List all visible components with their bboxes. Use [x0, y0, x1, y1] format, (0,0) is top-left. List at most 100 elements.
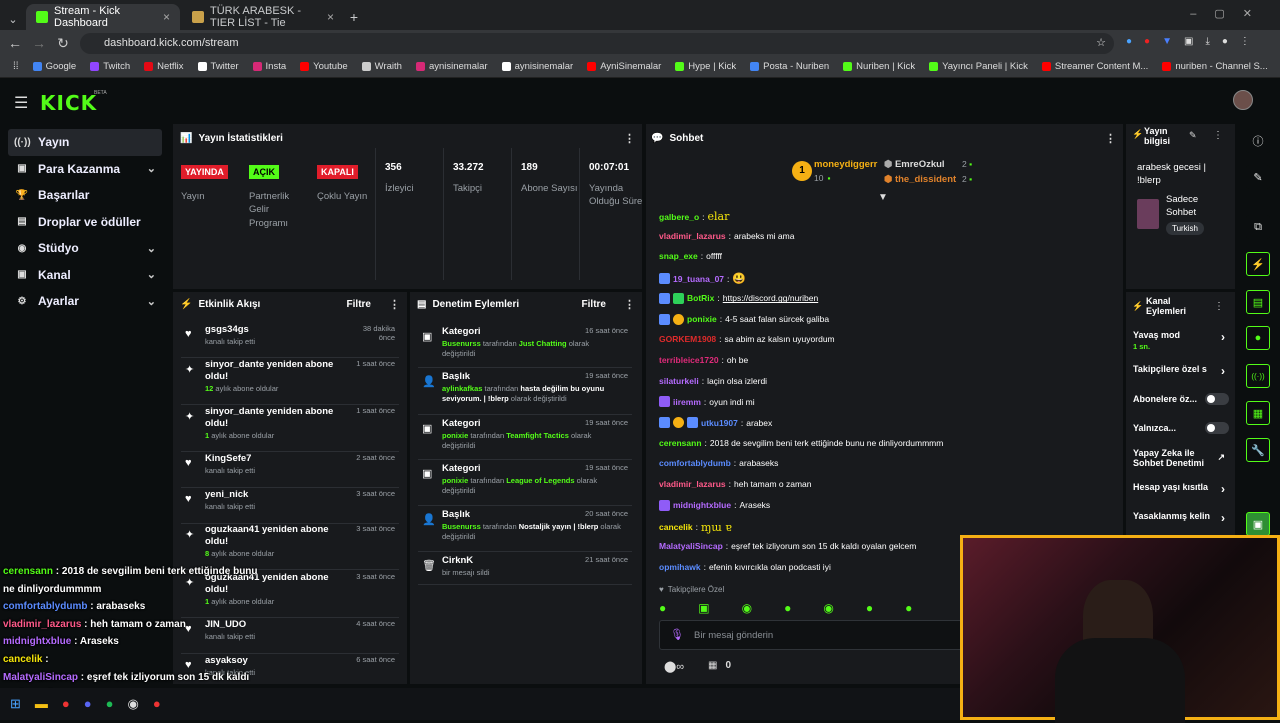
- toggle-switch[interactable]: [1205, 422, 1229, 434]
- gifter-name[interactable]: ⬢ the_dissident: [884, 174, 956, 185]
- more-options-icon[interactable]: ⋮: [1214, 301, 1224, 312]
- chat-message[interactable]: terribleice1720: oh be: [659, 355, 748, 365]
- lightning-icon[interactable]: ⚡: [1246, 252, 1270, 276]
- tab-tier-list[interactable]: TÜRK ARABESK - TIER LİST - Tie ×: [182, 4, 344, 30]
- chat-message[interactable]: MalatyaliSincap: eşref tek izliyorum son …: [659, 541, 916, 551]
- chat-username[interactable]: cerensann: [659, 438, 702, 448]
- extension-icon[interactable]: ●: [1144, 36, 1150, 47]
- chat-username[interactable]: comfortablydumb: [659, 458, 731, 468]
- channel-action-item[interactable]: Yasaklanmış kelin ›: [1133, 511, 1229, 525]
- filter-button[interactable]: Filtre: [582, 299, 606, 310]
- chat-message[interactable]: comfortablydumb: arabaseks: [659, 458, 778, 468]
- list-item[interactable]: ✦ oguzkaan41 yeniden abone oldu! 1 aylık a…: [181, 572, 399, 618]
- info-icon[interactable]: ⓘ: [1246, 129, 1270, 153]
- edit-icon[interactable]: ✎: [1189, 130, 1197, 141]
- chat-username[interactable]: midnightxblue: [673, 500, 731, 510]
- hamburger-menu-icon[interactable]: ☰: [14, 93, 28, 113]
- chat-username[interactable]: galbere_o: [659, 212, 699, 222]
- sidebar-item[interactable]: ⚙ Ayarlar ⌄: [8, 288, 162, 315]
- bookmark-item[interactable]: Insta: [246, 61, 294, 72]
- bookmark-item[interactable]: aynisinemalar: [409, 61, 495, 72]
- kick-logo[interactable]: KICK: [40, 91, 97, 115]
- bookmark-star-icon[interactable]: ☆: [1096, 36, 1106, 49]
- broadcast-icon[interactable]: ((·)): [1246, 364, 1270, 388]
- stream-title[interactable]: arabesk gecesi | !blerp: [1137, 161, 1227, 188]
- list-item[interactable]: ♥ JIN_UDO kanalı takip etti 4 saat önce: [181, 619, 399, 654]
- chat-icon[interactable]: ●: [1246, 326, 1270, 350]
- more-options-icon[interactable]: ⋮: [1105, 132, 1116, 145]
- sidebar-item[interactable]: ▣ Para Kazanma ⌄: [8, 156, 162, 183]
- channel-action-item[interactable]: Yapay Zeka ile Sohbet Denetimi ↗: [1133, 448, 1229, 469]
- channel-action-item[interactable]: Abonelere öz...: [1133, 393, 1229, 405]
- bookmark-item[interactable]: nuriben - Channel S...: [1155, 61, 1274, 72]
- capture-icon[interactable]: ⧉: [1246, 215, 1270, 239]
- chat-username[interactable]: MalatyaliSincap: [659, 541, 723, 551]
- chat-message[interactable]: cancelik: ɱɯ ɐ: [659, 521, 732, 534]
- list-item[interactable]: ✦ sinyor_dante yeniden abone oldu! 1 aylık…: [181, 406, 399, 452]
- sidebar-item[interactable]: 🏆 Başarılar: [8, 182, 162, 209]
- list-item[interactable]: 👤 Başlık aylinkafkas tarafından hasta deği…: [418, 371, 632, 415]
- chat-username[interactable]: cancelik: [659, 522, 693, 532]
- plugin-icon[interactable]: ▣: [1246, 512, 1270, 536]
- chat-username[interactable]: opmihawk: [659, 562, 701, 572]
- chat-username[interactable]: vladimir_lazarus: [659, 231, 726, 241]
- bookmark-item[interactable]: aynisinemalar: [495, 61, 581, 72]
- category-name[interactable]: Sadece Sohbet: [1166, 194, 1226, 220]
- chat-message[interactable]: iiremm: oyun indi mi: [659, 396, 755, 408]
- chat-message[interactable]: cerensann:2018 de sevgilim beni terk ett…: [659, 438, 943, 448]
- top-gifter-name[interactable]: moneydiggerr: [814, 159, 877, 170]
- chat-username[interactable]: silaturkeli: [659, 376, 699, 386]
- chat-username[interactable]: GORKEM1908: [659, 334, 716, 344]
- taskbar-icons[interactable]: ⊞ ▬ ● ● ● ◉ ●: [10, 696, 161, 712]
- collapse-icon[interactable]: ▼: [878, 192, 888, 203]
- new-tab-button[interactable]: +: [344, 4, 364, 30]
- document-icon[interactable]: ▤: [1246, 290, 1270, 314]
- channel-action-item[interactable]: Hesap yaşı kısıtla ›: [1133, 482, 1229, 496]
- download-icon[interactable]: ⤓: [1205, 36, 1209, 47]
- microphone-icon[interactable]: 🎙: [670, 628, 684, 641]
- chat-message[interactable]: snap_exe: offfff: [659, 251, 722, 261]
- bookmark-item[interactable]: Aynı Sinemalar - Ça...: [1275, 61, 1280, 72]
- toggle-switch[interactable]: [1205, 393, 1229, 405]
- points-display[interactable]: ▦ 0: [708, 660, 731, 671]
- chat-message[interactable]: BotRix: https://discord.gg/nuriben: [659, 292, 818, 304]
- bookmark-item[interactable]: Google: [26, 61, 84, 72]
- bookmark-item[interactable]: Wraith: [355, 61, 409, 72]
- back-icon[interactable]: ←: [3, 35, 27, 51]
- extension-icon[interactable]: ▼: [1162, 36, 1172, 47]
- chat-message[interactable]: utku1907: arabex: [659, 417, 772, 428]
- puzzle-icon[interactable]: ▣: [1184, 36, 1193, 47]
- apps-icon[interactable]: ⁞⁞: [6, 61, 26, 72]
- filter-button[interactable]: Filtre: [347, 299, 371, 310]
- bookmark-item[interactable]: Youtube: [293, 61, 355, 72]
- bookmark-item[interactable]: Twitter: [191, 61, 246, 72]
- language-tag[interactable]: Turkish: [1166, 222, 1204, 235]
- forward-icon[interactable]: →: [27, 35, 51, 51]
- bookmark-item[interactable]: Hype | Kick: [668, 61, 743, 72]
- wrench-icon[interactable]: 🔧: [1246, 438, 1270, 462]
- channel-action-item[interactable]: Takipçilere özel s ›: [1133, 364, 1229, 378]
- extension-icon[interactable]: ●: [1126, 36, 1132, 47]
- bookmark-item[interactable]: Nuriben | Kick: [836, 61, 922, 72]
- chat-text[interactable]: https://discord.gg/nuriben: [723, 293, 818, 303]
- pen-icon[interactable]: ✎: [1246, 165, 1270, 189]
- bookmark-item[interactable]: Yayıncı Paneli | Kick: [922, 61, 1035, 72]
- tab-list-button[interactable]: ⌄: [4, 6, 22, 32]
- window-controls[interactable]: –▢✕: [1190, 7, 1270, 20]
- chat-username[interactable]: vladimir_lazarus: [659, 479, 726, 489]
- bookmark-item[interactable]: Streamer Content M...: [1035, 61, 1155, 72]
- chat-username[interactable]: terribleice1720: [659, 355, 719, 365]
- chat-username[interactable]: 19_tuana_07: [673, 274, 724, 284]
- chat-message[interactable]: ponixie:4-5 saat falan sürcek galiba: [659, 313, 829, 325]
- list-item[interactable]: ▣ Kategori ponixie tarafından Teamfight Ta…: [418, 418, 632, 460]
- close-icon[interactable]: ×: [327, 10, 334, 24]
- chat-username[interactable]: utku1907: [701, 418, 738, 428]
- chat-message[interactable]: 19_tuana_07: 😃: [659, 272, 746, 285]
- list-item[interactable]: ♥ KingSefe7 kanalı takip etti 2 saat önce: [181, 453, 399, 488]
- more-options-icon[interactable]: ⋮: [624, 132, 635, 145]
- chat-username[interactable]: iiremm: [673, 397, 701, 407]
- chat-message[interactable]: opmihawk: efenin kıvırcıkla olan podcasti…: [659, 562, 831, 572]
- reload-icon[interactable]: ↻: [51, 35, 75, 52]
- menu-icon[interactable]: ⋮: [1240, 36, 1250, 47]
- gifter-name[interactable]: ⬢ EmreOzkul: [884, 159, 945, 170]
